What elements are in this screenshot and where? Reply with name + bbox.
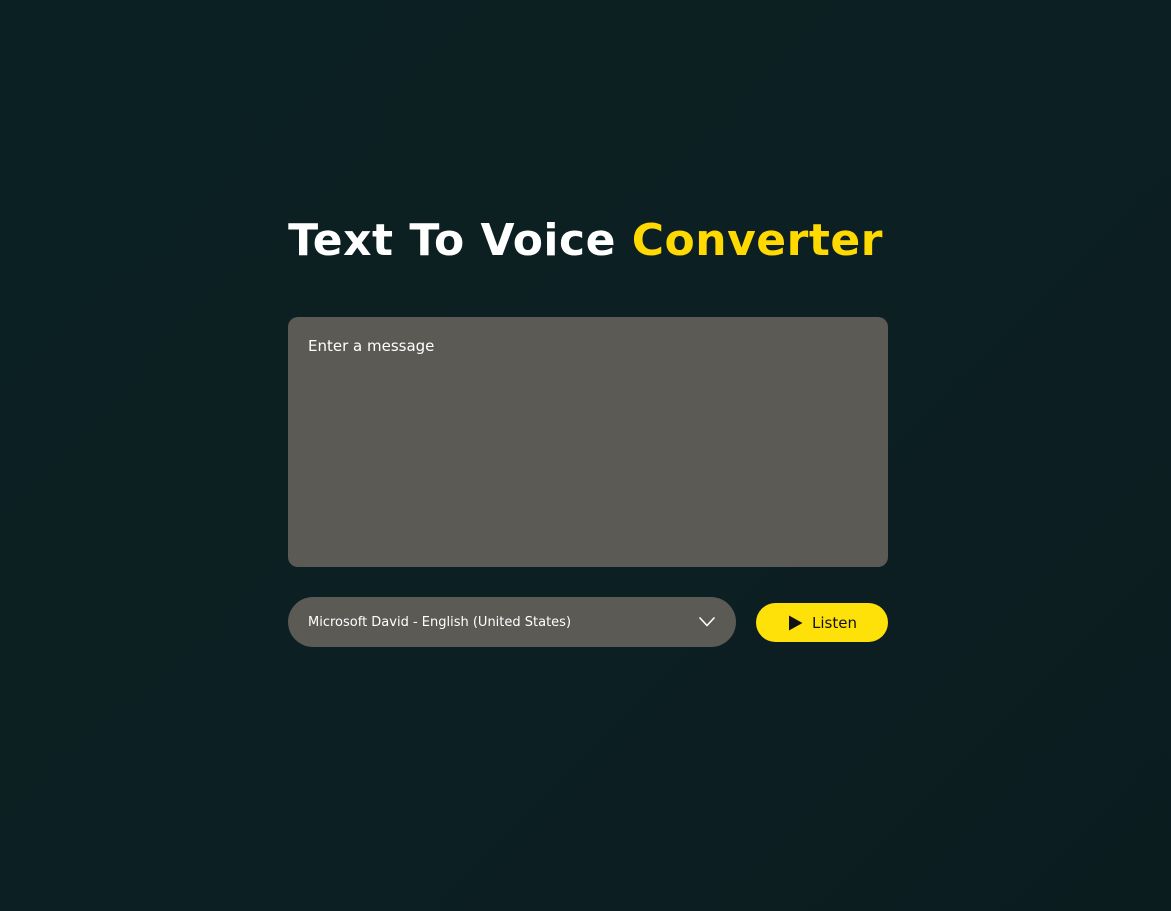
voice-select[interactable]: Microsoft David - English (United States… [288,597,736,647]
play-icon [787,615,803,631]
title-accent: Converter [631,215,883,266]
listen-label: Listen [812,613,857,632]
message-input[interactable] [288,317,888,567]
listen-button[interactable]: Listen [756,603,888,642]
chevron-down-icon [698,613,716,631]
page-title: Text To Voice Converter [0,214,1171,268]
title-main: Text To Voice [288,215,616,266]
voice-select-value: Microsoft David - English (United States… [308,614,572,630]
